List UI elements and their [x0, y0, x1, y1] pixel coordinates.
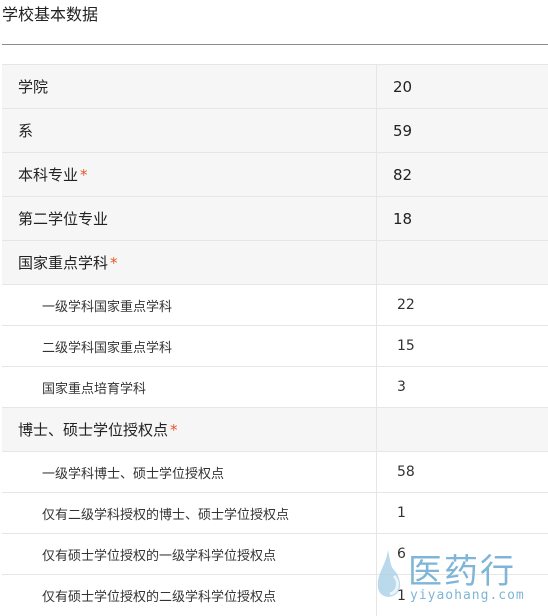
row-label-cell: 仅有硕士学位授权的二级学科学位授权点: [2, 575, 376, 616]
row-label-cell: 博士、硕士学位授权点 *: [2, 408, 376, 451]
row-value: 6: [397, 546, 406, 562]
table-row-sub: 一级学科博士、硕士学位授权点 58: [2, 452, 548, 493]
table-row-college: 学院 20: [2, 65, 548, 109]
row-label-cell: 国家重点学科 *: [2, 241, 376, 284]
row-label-cell: 仅有二级学科授权的博士、硕士学位授权点: [2, 493, 376, 533]
row-value: 20: [393, 77, 413, 96]
row-label-cell: 学院: [2, 65, 376, 108]
row-value-cell: [376, 408, 548, 451]
row-label: 博士、硕士学位授权点: [18, 421, 169, 439]
row-label-cell: 二级学科国家重点学科: [2, 326, 376, 366]
row-label: 二级学科国家重点学科: [42, 340, 173, 356]
row-label: 仅有硕士学位授权的二级学科学位授权点: [42, 590, 277, 605]
row-value-cell: 59: [376, 109, 548, 152]
row-value-cell: [376, 241, 548, 284]
row-value-cell: 15: [376, 326, 548, 366]
table-row-sub: 一级学科国家重点学科 22: [2, 285, 548, 326]
row-label: 系: [18, 122, 34, 140]
row-value: 82: [393, 165, 413, 184]
row-label: 国家重点学科: [18, 254, 109, 272]
row-value: 1: [397, 505, 406, 521]
row-value: 58: [397, 464, 415, 480]
asterisk-mark: *: [170, 420, 178, 439]
asterisk-mark: *: [80, 165, 88, 184]
page-title: 学校基本数据: [2, 5, 99, 24]
row-label-cell: 一级学科博士、硕士学位授权点: [2, 452, 376, 492]
asterisk-mark: *: [110, 253, 118, 272]
row-label-cell: 仅有硕士学位授权的一级学科学位授权点: [2, 534, 376, 574]
table-row-sub: 仅有硕士学位授权的一级学科学位授权点 6: [2, 534, 548, 575]
table-row-sub: 二级学科国家重点学科 15: [2, 326, 548, 367]
row-label-cell: 一级学科国家重点学科: [2, 285, 376, 325]
row-label: 国家重点培育学科: [42, 381, 147, 397]
row-label: 本科专业: [18, 166, 79, 184]
row-label: 仅有硕士学位授权的一级学科学位授权点: [42, 548, 277, 564]
row-label: 一级学科国家重点学科: [42, 299, 173, 315]
row-label: 第二学位专业: [18, 210, 109, 228]
row-value-cell: 18: [376, 197, 548, 240]
row-value: 18: [393, 209, 413, 228]
row-value: 15: [397, 338, 415, 354]
row-value: 3: [397, 379, 406, 395]
row-label: 学院: [18, 78, 49, 96]
table-row-undergrad-majors: 本科专业 * 82: [2, 153, 548, 197]
table-row-national-key-disciplines: 国家重点学科 *: [2, 241, 548, 285]
row-label: 仅有二级学科授权的博士、硕士学位授权点: [42, 507, 290, 523]
row-value-cell: 6: [376, 534, 548, 574]
table-row-sub: 仅有二级学科授权的博士、硕士学位授权点 1: [2, 493, 548, 534]
row-value-cell: 58: [376, 452, 548, 492]
table-row-sub: 国家重点培育学科 3: [2, 367, 548, 408]
row-value-cell: 1: [376, 575, 548, 616]
table-row-sub: 仅有硕士学位授权的二级学科学位授权点 1: [2, 575, 548, 616]
row-label-cell: 系: [2, 109, 376, 152]
title-divider: [2, 44, 548, 45]
row-label-cell: 本科专业 *: [2, 153, 376, 196]
row-value-cell: 3: [376, 367, 548, 407]
table-row-degree-authorization: 博士、硕士学位授权点 *: [2, 408, 548, 452]
row-label-cell: 第二学位专业: [2, 197, 376, 240]
table-row-second-degree: 第二学位专业 18: [2, 197, 548, 241]
row-value: 59: [393, 121, 413, 140]
row-value-cell: 82: [376, 153, 548, 196]
row-value-cell: 22: [376, 285, 548, 325]
row-label-cell: 国家重点培育学科: [2, 367, 376, 407]
row-value-cell: 20: [376, 65, 548, 108]
row-value: 22: [397, 297, 415, 313]
row-value-cell: 1: [376, 493, 548, 533]
data-table: 学院 20 系 59 本科专业 * 82 第二学位专业 18 国家重点学科 * …: [2, 64, 548, 616]
row-label: 一级学科博士、硕士学位授权点: [42, 466, 225, 482]
table-row-department: 系 59: [2, 109, 548, 153]
row-value: 1: [397, 587, 406, 604]
